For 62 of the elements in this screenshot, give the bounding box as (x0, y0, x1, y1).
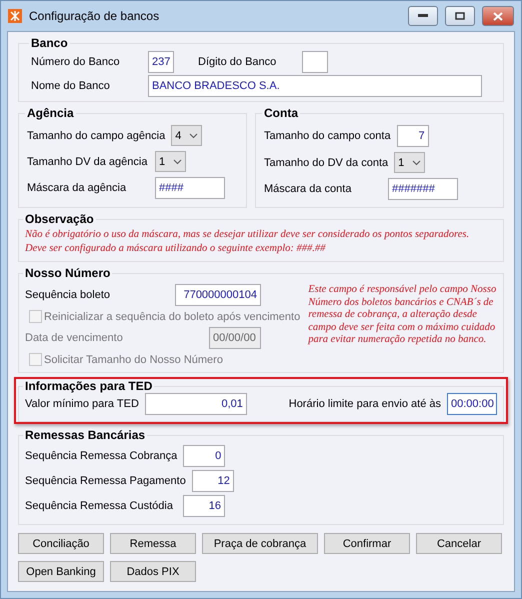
close-icon (493, 12, 503, 20)
dialog-button[interactable]: Dados PIX (110, 561, 196, 582)
field-label: Valor mínimo para TED (25, 398, 139, 410)
dialog-button[interactable]: Conciliação (18, 533, 104, 554)
input-field[interactable]: ####### (388, 178, 458, 200)
checkbox-label: Solicitar Tamanho do Nosso Número (44, 354, 223, 366)
input-field[interactable]: 7 (396, 125, 429, 147)
checkbox-label: Reinicializar a sequência do boleto após vencimento (44, 310, 300, 322)
group-title: Observação (24, 212, 95, 226)
field-label: Nome do Banco (31, 80, 111, 92)
field-label: Máscara da conta (264, 183, 352, 195)
dialog-button[interactable]: Praça de cobrança (202, 533, 318, 554)
dropdown[interactable]: 4 (171, 125, 202, 146)
group-title: Informações para TED (24, 379, 154, 393)
input-field[interactable]: 0 (183, 445, 226, 467)
field-label: Máscara da agência (27, 182, 128, 194)
group-title: Conta (263, 106, 300, 120)
minimize-icon (418, 14, 428, 18)
input-field[interactable]: #### (155, 177, 225, 199)
field-label: Tamanho do DV da conta (264, 156, 388, 168)
dropdown[interactable]: 1 (394, 152, 426, 173)
field-label: Sequência Remessa Pagamento (25, 475, 186, 487)
dialog-button[interactable]: Remessa (110, 533, 196, 554)
field-label: Data de vencimento (25, 332, 124, 344)
group-title: Banco (30, 36, 69, 50)
group-title: Remessas Bancárias (24, 428, 146, 442)
field-label: Tamanho DV da agência (27, 156, 148, 168)
field-label: Sequência Remessa Custódia (25, 500, 174, 512)
minimize-button[interactable] (408, 6, 438, 26)
input-field[interactable]: 16 (183, 495, 225, 517)
date-field: 00/00/00 (209, 327, 261, 349)
chevron-down-icon (189, 132, 198, 138)
chevron-down-icon (412, 160, 422, 166)
field-label: Tamanho do campo agência (27, 130, 166, 142)
app-icon (8, 9, 22, 23)
maximize-icon (455, 12, 465, 20)
field-label: Tamanho do campo conta (264, 130, 391, 142)
field-label: Número do Banco (31, 56, 121, 68)
dialog-button[interactable]: Open Banking (18, 561, 104, 582)
close-button[interactable] (482, 6, 514, 26)
warning-text: Deve ser configurado a máscara utilizando o seguinte exemplo: ###.## (25, 243, 326, 254)
time-field[interactable]: 00:00:00 (447, 393, 497, 415)
window-title: Configuração de bancos (29, 9, 160, 23)
field-label: Dígito do Banco (198, 56, 278, 68)
input-field[interactable] (302, 51, 328, 73)
warning-text: Este campo é responsável pelo campo Nosso Número dos boletos bancários e CNAB´s de remessa de cobrança, a alteração desde campo deve ser feita com o máximo cuidado para evitar numeração repetida no banco. (308, 284, 497, 348)
chevron-down-icon (173, 158, 182, 164)
field-label: Horário limite para envio até às (288, 398, 441, 410)
dialog-button[interactable]: Confirmar (324, 533, 410, 554)
input-field[interactable]: 770000000104 (175, 284, 261, 306)
input-field[interactable]: 237 (148, 51, 174, 73)
input-field[interactable]: 12 (192, 470, 234, 492)
input-field[interactable]: 0,01 (144, 393, 247, 415)
dropdown[interactable]: 1 (155, 151, 186, 172)
group-title: Agência (26, 106, 75, 120)
input-field[interactable]: BANCO BRADESCO S.A. (148, 75, 482, 97)
warning-text: Não é obrigatório o uso da máscara, mas se desejar utilizar deve ser considerado os pontos separadores. (25, 229, 470, 240)
field-label: Sequência boleto (25, 289, 112, 301)
group-title: Nosso Número (24, 266, 112, 280)
dialog-button[interactable]: Cancelar (416, 533, 502, 554)
maximize-button[interactable] (445, 6, 475, 26)
field-label: Sequência Remessa Cobrança (25, 450, 178, 462)
